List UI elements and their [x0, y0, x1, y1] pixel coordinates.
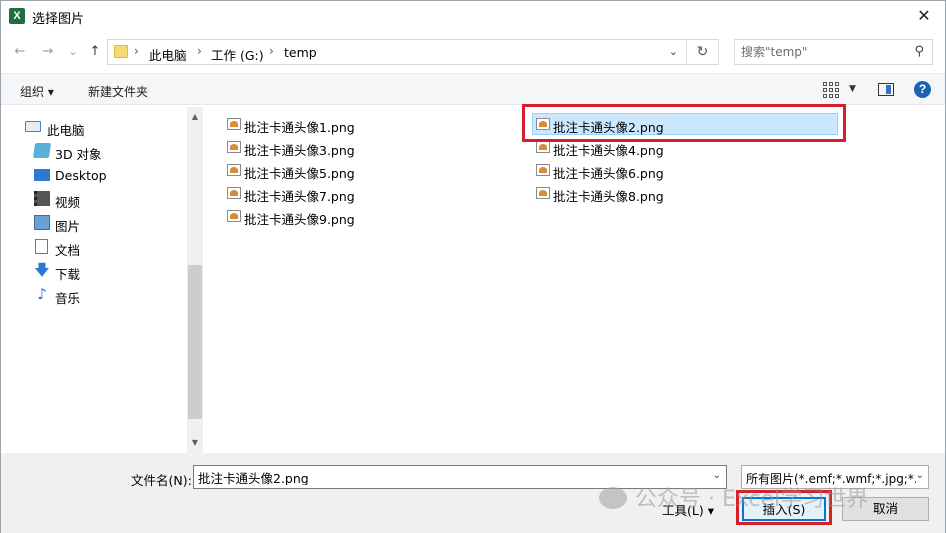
cube-icon [32, 143, 52, 158]
back-button[interactable]: ← [10, 43, 30, 61]
sidebar-item-label: 图片 [55, 219, 81, 234]
preview-pane-icon[interactable] [878, 83, 894, 96]
sidebar-item-documents[interactable]: 文档 [1, 236, 187, 258]
folder-icon [114, 45, 128, 58]
file-name: 批注卡通头像6.png [553, 166, 664, 181]
breadcrumb-temp[interactable]: temp [284, 45, 317, 60]
sidebar-item-label: 音乐 [55, 291, 81, 306]
breadcrumb-drive-g[interactable]: 工作 (G:) [211, 45, 264, 64]
command-bar: 组织 ▾ 新建文件夹 ▼ ? [1, 73, 945, 105]
navigation-bar: ← → ⌄ ↑ › 此电脑 › 工作 (G:) › temp ⌄ ↻ ⚲ [1, 35, 945, 69]
file-item[interactable]: 批注卡通头像1.png [225, 114, 515, 135]
document-icon [35, 239, 48, 254]
refresh-icon: ↻ [696, 44, 709, 60]
search-box[interactable]: ⚲ [734, 39, 933, 65]
sidebar-item-3d-objects[interactable]: 3D 对象 [1, 140, 187, 162]
image-file-icon [536, 187, 550, 199]
help-icon[interactable]: ? [914, 81, 931, 98]
file-name: 批注卡通头像4.png [553, 143, 664, 158]
recent-locations-button[interactable]: ⌄ [63, 43, 83, 61]
file-item-selected[interactable]: 批注卡通头像2.png [532, 113, 838, 135]
organize-menu[interactable]: 组织 ▾ [20, 83, 54, 100]
file-name: 批注卡通头像8.png [553, 189, 664, 204]
file-item[interactable]: 批注卡通头像3.png [225, 137, 515, 158]
up-button[interactable]: ↑ [85, 43, 105, 61]
computer-icon [25, 121, 41, 132]
file-item[interactable]: 批注卡通头像5.png [225, 160, 515, 181]
search-input[interactable] [741, 44, 901, 60]
image-file-icon [536, 141, 550, 153]
file-item[interactable]: 批注卡通头像8.png [534, 183, 824, 204]
chevron-down-icon[interactable]: ⌄ [669, 45, 678, 58]
download-arrow-icon: 🡇 [34, 261, 50, 279]
sidebar-item-desktop[interactable]: Desktop [1, 164, 187, 186]
sidebar-item-label: 3D 对象 [55, 147, 102, 162]
file-name: 批注卡通头像5.png [244, 166, 355, 181]
filename-label: 文件名(N): [131, 473, 192, 488]
scroll-thumb[interactable] [188, 265, 202, 419]
sidebar-item-label: Desktop [55, 168, 107, 183]
chevron-down-icon[interactable]: ⌄ [713, 470, 721, 481]
sidebar-item-label: 视频 [55, 195, 81, 210]
window-title: 选择图片 [32, 12, 85, 27]
navigation-scrollbar[interactable]: ▲ ▼ [187, 107, 203, 453]
image-file-icon [227, 118, 241, 130]
scroll-down-icon[interactable]: ▼ [187, 435, 203, 451]
close-button[interactable]: ✕ [909, 3, 939, 29]
image-file-icon [227, 210, 241, 222]
image-file-icon [227, 164, 241, 176]
breadcrumb-separator: › [269, 44, 274, 58]
navigation-pane: 此电脑 3D 对象 Desktop 视频 图片 文档 🡇 下载 ♪ 音乐 [1, 107, 187, 453]
breadcrumb-this-pc[interactable]: 此电脑 [149, 45, 187, 64]
sidebar-item-label: 此电脑 [47, 123, 85, 138]
chevron-down-icon[interactable]: ⌄ [915, 470, 924, 481]
sidebar-item-videos[interactable]: 视频 [1, 188, 187, 210]
image-file-icon [227, 141, 241, 153]
watermark: 公众号 · Excel学习世界 [599, 481, 868, 513]
breadcrumb-separator: › [197, 44, 202, 58]
file-dialog: X 选择图片 ✕ ← → ⌄ ↑ › 此电脑 › 工作 (G:) › temp … [0, 0, 946, 533]
sidebar-item-label: 文档 [55, 243, 81, 258]
search-icon[interactable]: ⚲ [914, 44, 924, 59]
file-item[interactable]: 批注卡通头像4.png [534, 137, 824, 158]
forward-button[interactable]: → [38, 43, 58, 61]
view-grid-icon[interactable] [823, 82, 839, 98]
view-dropdown-icon[interactable]: ▼ [849, 84, 856, 94]
sidebar-item-label: 下载 [55, 267, 81, 282]
refresh-button[interactable]: ↻ [687, 39, 719, 65]
title-bar: X 选择图片 ✕ [1, 1, 945, 31]
file-name: 批注卡通头像1.png [244, 120, 355, 135]
file-item[interactable]: 批注卡通头像9.png [225, 206, 515, 227]
music-note-icon: ♪ [37, 285, 47, 303]
breadcrumb-separator: › [134, 44, 139, 58]
image-file-icon [536, 164, 550, 176]
excel-icon: X [9, 8, 25, 24]
desktop-icon [34, 169, 50, 181]
file-item[interactable]: 批注卡通头像6.png [534, 160, 824, 181]
sidebar-item-downloads[interactable]: 🡇 下载 [1, 260, 187, 283]
sidebar-item-this-pc[interactable]: 此电脑 [1, 116, 187, 138]
picture-icon [34, 215, 50, 230]
image-file-icon [227, 187, 241, 199]
film-icon [34, 191, 50, 206]
file-item[interactable]: 批注卡通头像7.png [225, 183, 515, 204]
new-folder-button[interactable]: 新建文件夹 [88, 83, 148, 100]
file-name: 批注卡通头像9.png [244, 212, 355, 227]
file-name: 批注卡通头像7.png [244, 189, 355, 204]
file-name: 批注卡通头像2.png [553, 120, 664, 135]
file-name: 批注卡通头像3.png [244, 143, 355, 158]
address-bar[interactable]: › 此电脑 › 工作 (G:) › temp ⌄ [107, 39, 687, 65]
scroll-up-icon[interactable]: ▲ [187, 109, 203, 125]
file-list: 批注卡通头像1.png 批注卡通头像2.png 批注卡通头像3.png 批注卡通… [205, 107, 945, 453]
sidebar-item-pictures[interactable]: 图片 [1, 212, 187, 234]
sidebar-item-music[interactable]: ♪ 音乐 [1, 284, 187, 307]
close-icon: ✕ [917, 6, 931, 25]
wechat-icon [599, 487, 627, 509]
image-file-icon [536, 118, 550, 130]
